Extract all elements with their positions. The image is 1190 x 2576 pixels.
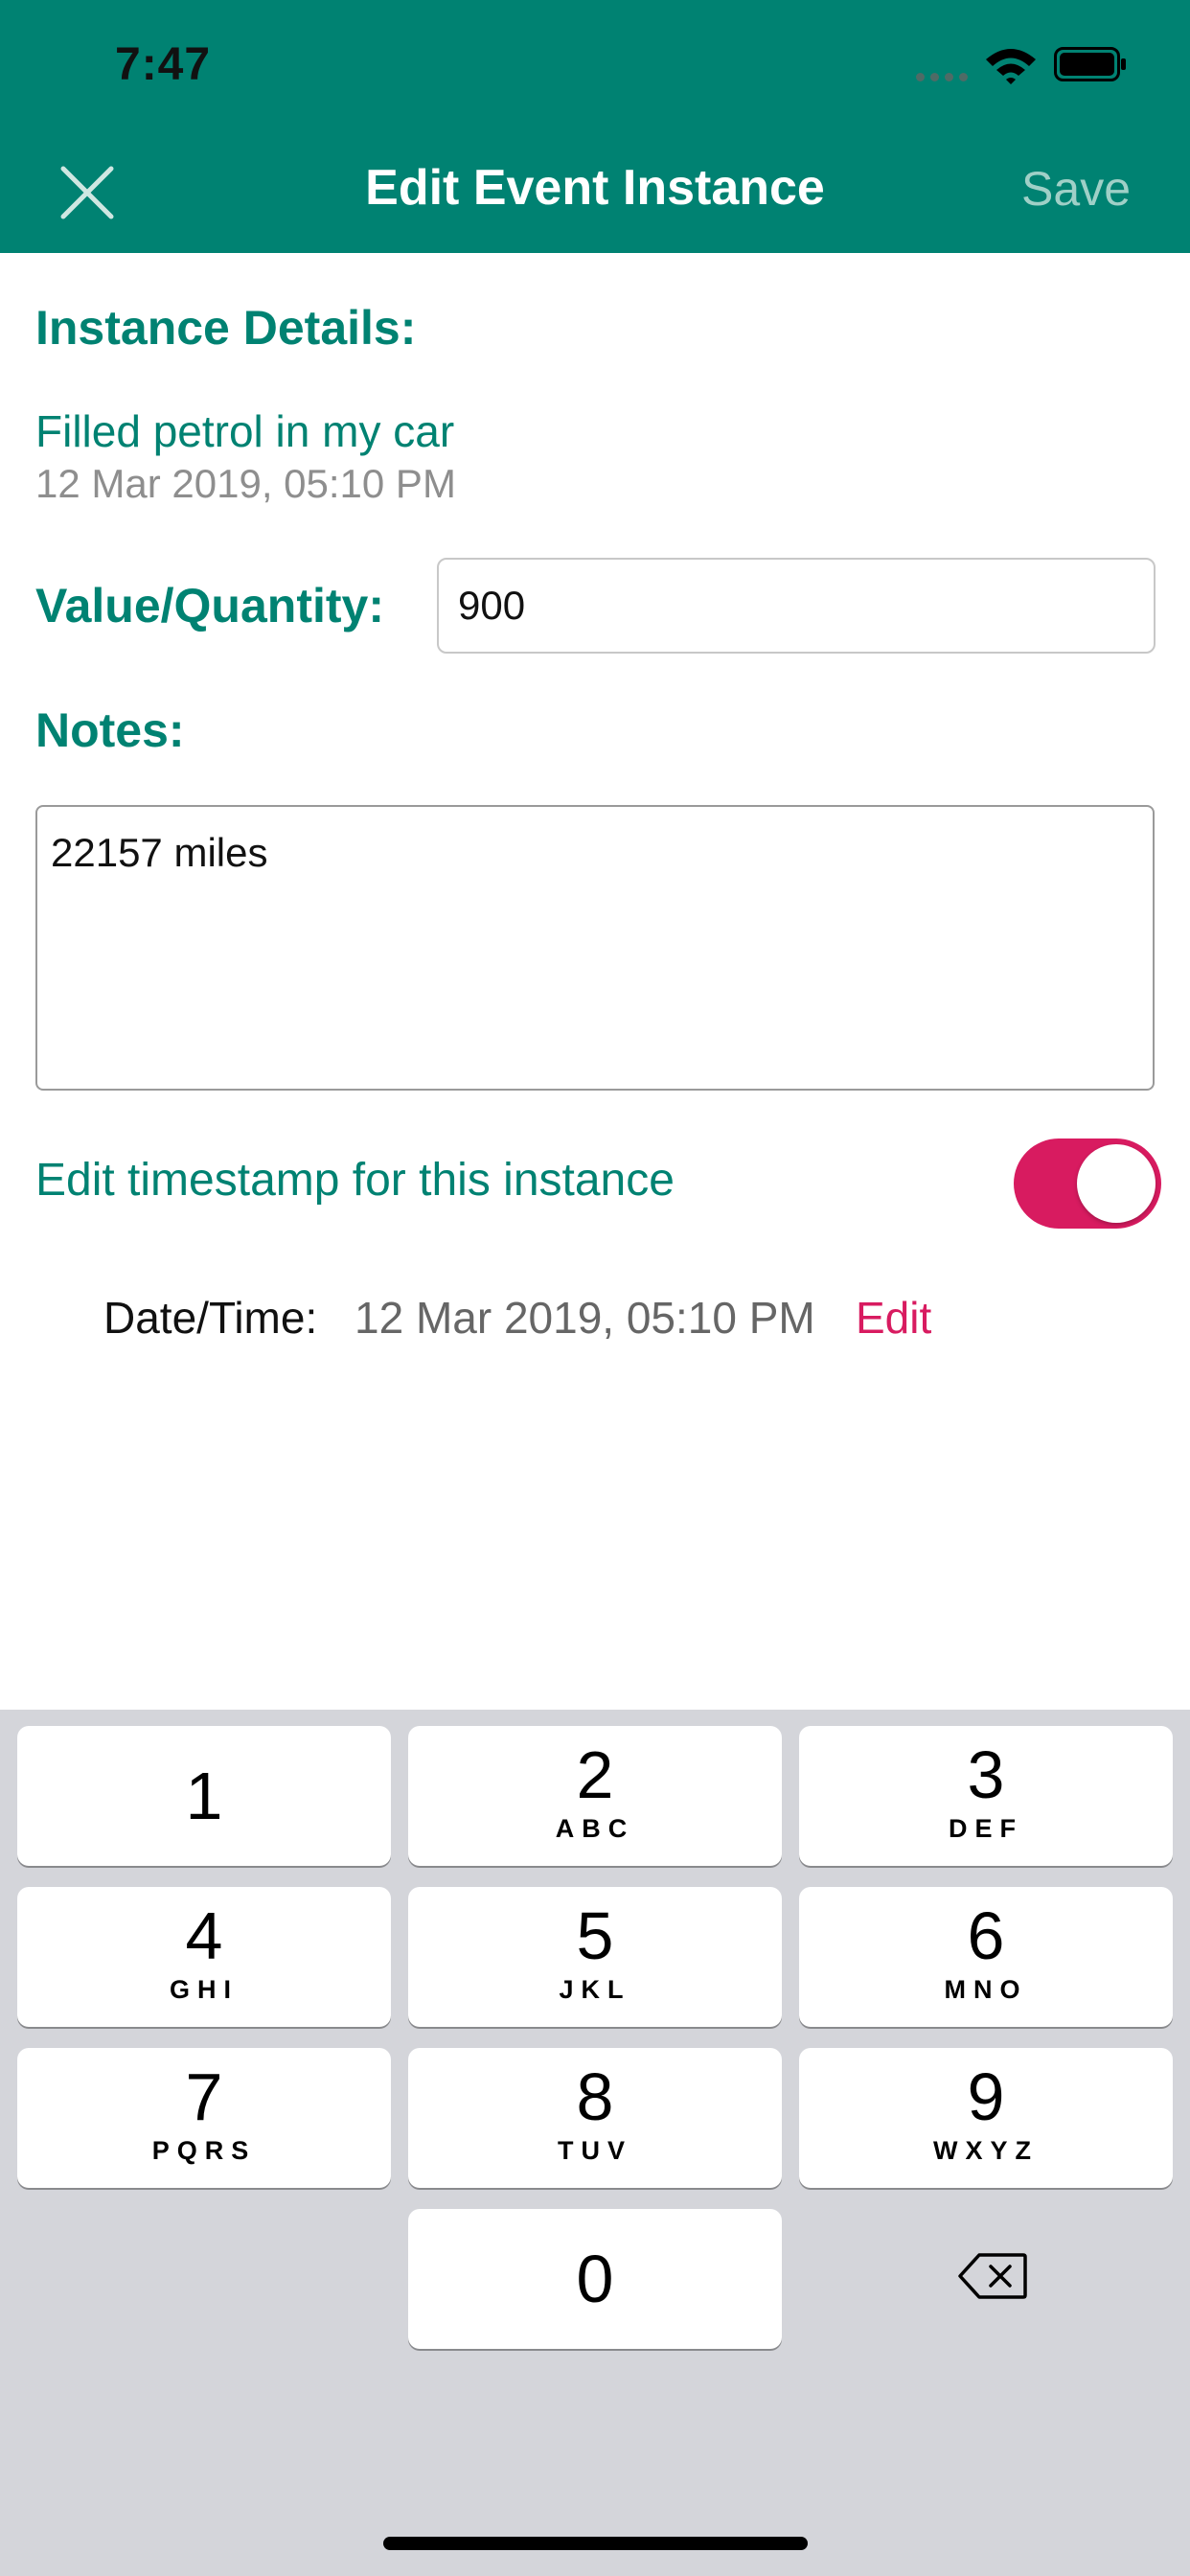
home-indicator [383,2537,808,2550]
key-1[interactable]: 1 [17,1726,391,1866]
key-0[interactable]: 0 [408,2209,782,2349]
key-9[interactable]: 9 WXYZ [799,2048,1173,2188]
key-letters: PQRS [151,2136,257,2165]
edit-timestamp-toggle[interactable] [1014,1138,1161,1229]
key-digit: 3 [967,1737,1005,1812]
event-name: Filled petrol in my car [35,406,455,456]
wifi-icon [986,49,1036,84]
edit-timestamp-label: Edit timestamp for this instance [35,1155,675,1206]
backspace-icon[interactable] [958,2252,1027,2300]
key-4[interactable]: 4 GHI [17,1887,391,2027]
key-letters: JKL [559,1975,631,2004]
signal-icon [916,73,968,81]
key-letters: ABC [555,1814,635,1843]
page-title: Edit Event Instance [365,160,825,216]
datetime-edit-link[interactable]: Edit [856,1292,931,1344]
key-6[interactable]: 6 MNO [799,1887,1173,2027]
key-digit: 9 [967,2059,1005,2134]
notes-label: Notes: [35,703,185,757]
instance-details-heading: Instance Details: [35,301,417,355]
quantity-label: Value/Quantity: [35,579,384,632]
key-digit: 0 [576,2242,614,2316]
save-button[interactable]: Save [1021,161,1131,217]
key-digit: 1 [185,1759,223,1833]
key-2[interactable]: 2 ABC [408,1726,782,1866]
quantity-input[interactable] [437,558,1156,654]
key-digit: 5 [576,1898,614,1973]
notes-textarea[interactable]: 22157 miles [35,805,1155,1091]
toggle-knob [1077,1144,1156,1223]
key-digit: 2 [576,1737,614,1812]
key-5[interactable]: 5 JKL [408,1887,782,2027]
app-header: 7:47 Edit Event Instance Save [0,0,1190,253]
key-8[interactable]: 8 TUV [408,2048,782,2188]
key-letters: TUV [558,2136,632,2165]
key-digit: 6 [967,1898,1005,1973]
event-timestamp: 12 Mar 2019, 05:10 PM [35,461,456,506]
key-digit: 7 [185,2059,223,2134]
key-7[interactable]: 7 PQRS [17,2048,391,2188]
status-time: 7:47 [115,39,212,90]
key-letters: GHI [169,1975,239,2004]
key-3[interactable]: 3 DEF [799,1726,1173,1866]
key-letters: WXYZ [933,2136,1039,2165]
key-letters: DEF [949,1814,1023,1843]
datetime-value: 12 Mar 2019, 05:10 PM [355,1293,815,1343]
key-letters: MNO [944,1975,1028,2004]
key-digit: 8 [576,2059,614,2134]
battery-icon [1054,47,1126,81]
key-digit: 4 [185,1898,223,1973]
datetime-label: Date/Time: [103,1293,318,1343]
